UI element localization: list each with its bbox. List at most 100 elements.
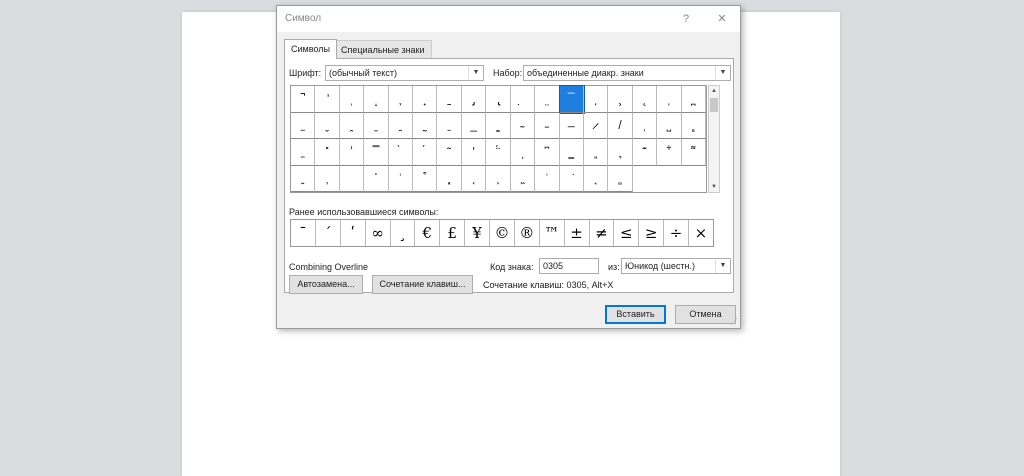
help-button[interactable]: ? bbox=[673, 9, 699, 29]
symbol-cell[interactable]: ̣ bbox=[510, 86, 536, 113]
symbol-cell[interactable]: ̦ bbox=[583, 86, 609, 113]
recent-symbol-cell[interactable]: € bbox=[415, 220, 441, 246]
symbol-cell[interactable]: ̚ bbox=[291, 86, 316, 113]
symbol-cell[interactable]: ̽ bbox=[315, 139, 340, 166]
close-button[interactable]: ✕ bbox=[709, 9, 735, 29]
symbol-cell[interactable]: ͑ bbox=[388, 165, 414, 192]
symbol-cell[interactable]: ̹ bbox=[632, 112, 658, 139]
symbol-cell[interactable]: ̷ bbox=[583, 112, 609, 139]
symbol-cell[interactable]: ͗ bbox=[535, 165, 560, 192]
recent-symbol-cell[interactable]: ¸ bbox=[391, 220, 416, 246]
symbol-cell[interactable]: ͘ bbox=[559, 165, 584, 192]
symbol-cell[interactable]: ̧ bbox=[608, 86, 633, 113]
symbol-cell[interactable]: ̭ bbox=[339, 112, 365, 139]
symbol-cell[interactable]: ̮ bbox=[364, 112, 389, 139]
symbol-cell[interactable]: ̿ bbox=[364, 139, 389, 166]
recent-symbol-cell[interactable]: ¥ bbox=[465, 220, 490, 246]
symbol-cell[interactable]: ͍ bbox=[291, 165, 316, 192]
symbol-cell[interactable]: ͐ bbox=[364, 165, 389, 192]
font-select[interactable]: (обычный текст) ▼ bbox=[325, 65, 484, 81]
symbol-cell[interactable]: ̠ bbox=[437, 86, 462, 113]
recent-symbol-cell[interactable]: ® bbox=[515, 220, 540, 246]
from-select[interactable]: Юникод (шестн.) ▼ bbox=[621, 258, 731, 274]
recent-symbol-cell[interactable]: © bbox=[490, 220, 515, 246]
symbol-cell[interactable]: ͖ bbox=[510, 165, 536, 192]
symbol-cell[interactable]: ͎ bbox=[315, 165, 340, 192]
recent-symbol-cell[interactable]: ÷ bbox=[664, 220, 689, 246]
symbol-cell[interactable]: ͂ bbox=[437, 139, 462, 166]
symbol-cell[interactable]: ̫ bbox=[291, 112, 316, 139]
symbol-cell[interactable]: ́ bbox=[413, 139, 438, 166]
symbol-cell[interactable]: ͉ bbox=[608, 139, 633, 166]
symbol-cell[interactable]: ͔ bbox=[461, 165, 487, 192]
symbol-grid[interactable]: ̴̵̶̷̸̡̢̧̨̛̜̝̞̟̠̣̤̦̩̪̫̬̭̮̯̰̱̲̳̹̺̻̼̅̽̾̿̀́̚… bbox=[290, 85, 707, 193]
symbol-cell[interactable]: ̩ bbox=[657, 86, 682, 113]
recent-symbols[interactable]: ¯ ˊ ʹ ∞ ¸ € £ ¥ © ® ™ ± ≠ ≤ ≥ ÷ × bbox=[290, 219, 714, 247]
selected-symbol-cell[interactable]: ̅ bbox=[558, 85, 585, 114]
recent-symbol-cell[interactable]: £ bbox=[440, 220, 466, 246]
symbol-cell[interactable]: ̰ bbox=[413, 112, 438, 139]
symbol-cell[interactable]: ̼ bbox=[291, 139, 316, 166]
symbol-cell[interactable]: ̾ bbox=[339, 139, 365, 166]
symbol-cell[interactable]: ͋ bbox=[657, 139, 682, 166]
symbol-cell[interactable]: ̀ bbox=[388, 139, 414, 166]
recent-symbol-cell[interactable]: ≠ bbox=[590, 220, 615, 246]
symbol-cell[interactable]: ͒ bbox=[413, 165, 438, 192]
symbol-cell[interactable]: ̞ bbox=[388, 86, 414, 113]
tab-special-characters[interactable]: Специальные знаки bbox=[334, 40, 432, 59]
symbol-cell[interactable]: ͈ bbox=[583, 139, 609, 166]
symbol-cell[interactable]: ͇ bbox=[559, 139, 584, 166]
symbol-cell[interactable]: ̳ bbox=[486, 112, 511, 139]
recent-symbol-cell[interactable]: × bbox=[689, 220, 713, 246]
symbol-cell[interactable]: ̜ bbox=[339, 86, 365, 113]
symbol-cell[interactable]: ̵ bbox=[535, 112, 560, 139]
scroll-down-icon[interactable]: ▼ bbox=[709, 182, 719, 192]
recent-symbol-cell[interactable]: ˊ bbox=[316, 220, 341, 246]
autocorrect-button[interactable]: Автозамена... bbox=[289, 275, 363, 294]
symbol-cell[interactable]: ̈́ bbox=[486, 139, 511, 166]
resize-grip-icon[interactable]: ⋰ bbox=[730, 317, 738, 326]
cancel-button[interactable]: Отмена bbox=[675, 305, 736, 324]
symbol-cell[interactable]: ̓ bbox=[461, 139, 487, 166]
subset-select[interactable]: объединенные диакр. знаки ▼ bbox=[523, 65, 731, 81]
recent-symbol-cell[interactable]: ≥ bbox=[639, 220, 665, 246]
symbol-cell[interactable]: ̶ bbox=[559, 112, 584, 139]
symbol-cell[interactable]: ̬ bbox=[315, 112, 340, 139]
shortcut-key-button[interactable]: Сочетание клавиш... bbox=[372, 275, 473, 294]
symbol-cell[interactable]: ̱ bbox=[437, 112, 462, 139]
symbol-cell[interactable]: ͏ bbox=[339, 165, 365, 192]
symbol-cell[interactable]: ̲ bbox=[461, 112, 487, 139]
symbol-cell[interactable]: ͆ bbox=[535, 139, 560, 166]
symbol-cell[interactable]: ̢ bbox=[486, 86, 511, 113]
recent-symbol-cell[interactable]: ™ bbox=[540, 220, 565, 246]
scroll-up-icon[interactable]: ▲ bbox=[709, 86, 719, 96]
symbol-cell[interactable]: ̨ bbox=[632, 86, 658, 113]
symbol-cell[interactable]: ̻ bbox=[681, 112, 706, 139]
symbol-cell[interactable]: ̝ bbox=[364, 86, 389, 113]
symbol-cell[interactable]: ̯ bbox=[388, 112, 414, 139]
symbol-cell[interactable]: ͕ bbox=[486, 165, 511, 192]
recent-symbol-cell[interactable]: ≤ bbox=[614, 220, 640, 246]
recent-symbol-cell[interactable]: ± bbox=[565, 220, 590, 246]
symbol-cell[interactable]: ̡ bbox=[461, 86, 487, 113]
symbol-cell[interactable]: ͚ bbox=[608, 165, 633, 192]
symbol-cell[interactable]: ̪ bbox=[681, 86, 706, 113]
symbol-cell[interactable]: ̛ bbox=[315, 86, 340, 113]
symbol-cell[interactable]: ͙ bbox=[583, 165, 609, 192]
scroll-thumb[interactable] bbox=[710, 98, 718, 112]
symbol-cell[interactable]: ̸ bbox=[608, 112, 633, 139]
recent-symbol-cell[interactable]: ∞ bbox=[366, 220, 391, 246]
symbol-cell[interactable]: ̺ bbox=[657, 112, 682, 139]
symbol-cell[interactable]: ͓ bbox=[437, 165, 462, 192]
symbol-cell[interactable]: ̤ bbox=[535, 86, 560, 113]
symbol-grid-scrollbar[interactable]: ▲ ▼ bbox=[708, 85, 720, 193]
code-field[interactable]: 0305 bbox=[539, 258, 599, 274]
recent-symbol-cell[interactable]: ¯ bbox=[291, 220, 316, 246]
symbol-cell[interactable]: ͊ bbox=[632, 139, 658, 166]
symbol-cell[interactable]: ͌ bbox=[681, 139, 706, 166]
insert-button[interactable]: Вставить bbox=[605, 305, 666, 324]
symbol-cell[interactable]: ̴ bbox=[510, 112, 536, 139]
symbol-cell[interactable]: ͅ bbox=[510, 139, 536, 166]
symbol-cell[interactable]: ̟ bbox=[413, 86, 438, 113]
tab-symbols[interactable]: Символы bbox=[284, 39, 337, 59]
